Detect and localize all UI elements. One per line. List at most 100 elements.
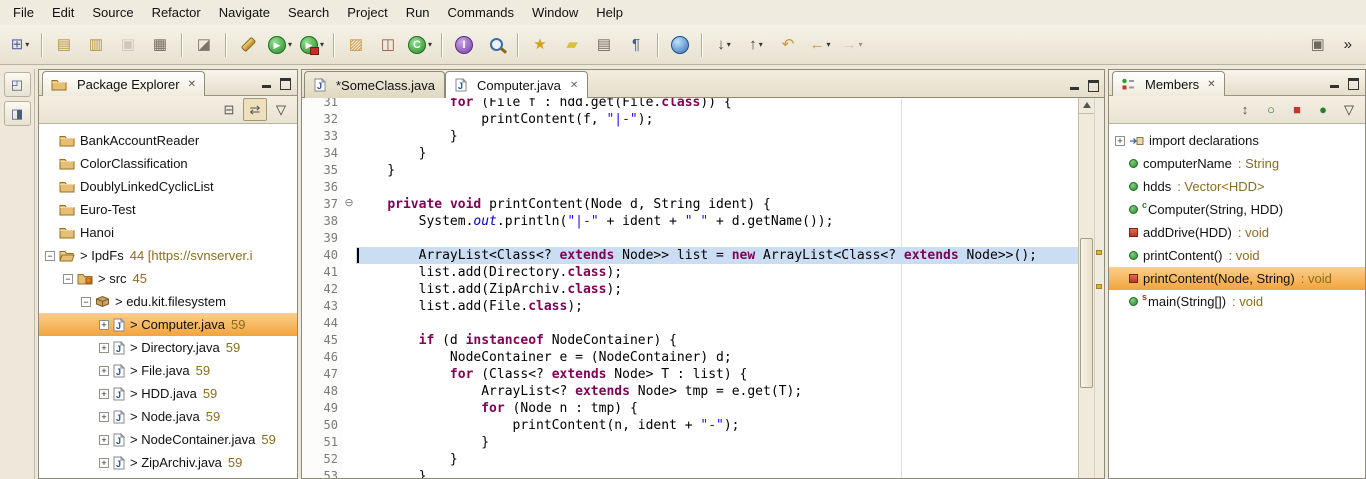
member-item[interactable]: computerName : String (1109, 152, 1365, 175)
code-line[interactable]: 50 printContent(n, ident + "-"); (302, 417, 1078, 434)
annotation-mark[interactable] (1096, 284, 1102, 289)
tree-item[interactable]: −> src45 (39, 267, 297, 290)
menu-edit[interactable]: Edit (43, 2, 83, 23)
new-wizard-button[interactable]: ⊞▾ (5, 32, 35, 58)
code-line[interactable]: 41 list.add(Directory.class); (302, 264, 1078, 281)
menu-window[interactable]: Window (523, 2, 587, 23)
tree-item[interactable]: +J> NodeContainer.java59 (39, 428, 297, 451)
code-line[interactable]: 36 (302, 179, 1078, 196)
maximize-editor-button[interactable] (1085, 78, 1102, 93)
member-item[interactable]: cComputer(String, HDD) (1109, 198, 1365, 221)
scroll-up-icon[interactable] (1079, 98, 1094, 114)
search-button[interactable] (481, 32, 511, 58)
menu-file[interactable]: File (4, 2, 43, 23)
maximize-view-button[interactable] (1345, 76, 1362, 91)
code-line[interactable]: 42 list.add(ZipArchiv.class); (302, 281, 1078, 298)
tree-item[interactable]: ColorClassification (39, 152, 297, 175)
collapse-icon[interactable]: − (81, 297, 91, 307)
print-button[interactable]: ▦ (145, 32, 175, 58)
toolbar-overflow-button[interactable]: » (1334, 36, 1362, 53)
code-line[interactable]: 33 } (302, 128, 1078, 145)
next-annotation-button[interactable]: ↓▾ (709, 32, 739, 58)
tree-item[interactable]: Hanoi (39, 221, 297, 244)
new-java-project-button[interactable]: ▨ (341, 32, 371, 58)
show-selected-element-button[interactable]: ▤ (589, 32, 619, 58)
view-menu-button[interactable]: ▽ (269, 98, 293, 121)
code-line[interactable]: 34 } (302, 145, 1078, 162)
dropdown-arrow-icon[interactable]: ▾ (428, 40, 432, 49)
tree-item[interactable]: Euro-Test (39, 198, 297, 221)
member-item[interactable]: addDrive(HDD) : void (1109, 221, 1365, 244)
member-item[interactable]: hdds : Vector<HDD> (1109, 175, 1365, 198)
expand-icon[interactable]: + (99, 343, 109, 353)
new-interface-button[interactable]: I (449, 32, 479, 58)
last-edit-location-button[interactable]: ↶ (773, 32, 803, 58)
hide-fields-button[interactable]: ○ (1259, 98, 1283, 121)
menu-commands[interactable]: Commands (439, 2, 523, 23)
code-line[interactable]: 48 ArrayList<? extends Node> tmp = e.get… (302, 383, 1078, 400)
code-line[interactable]: 40 ArrayList<Class<? extends Node>> list… (302, 247, 1078, 264)
tree-item[interactable]: +J> File.java59 (39, 359, 297, 382)
fast-view-button-1[interactable]: ◰ (4, 72, 31, 97)
hide-static-members-button[interactable]: ■ (1285, 98, 1309, 121)
menu-navigate[interactable]: Navigate (210, 2, 279, 23)
menu-search[interactable]: Search (279, 2, 338, 23)
tree-item[interactable]: +J> Node.java59 (39, 405, 297, 428)
code-line[interactable]: 49 for (Node n : tmp) { (302, 400, 1078, 417)
menu-source[interactable]: Source (83, 2, 142, 23)
code-line[interactable]: 52 } (302, 451, 1078, 468)
open-file-button[interactable]: ▤ (49, 32, 79, 58)
fast-view-button-2[interactable]: ◨ (4, 101, 31, 126)
member-item[interactable]: smain(String[]) : void (1109, 290, 1365, 313)
collapse-icon[interactable]: − (63, 274, 73, 284)
menu-project[interactable]: Project (338, 2, 396, 23)
dropdown-arrow-icon[interactable]: ▾ (826, 40, 830, 49)
members-tab[interactable]: Members ✕ (1112, 71, 1225, 96)
expand-icon[interactable]: + (99, 366, 109, 376)
code-line[interactable]: 38 System.out.println("|-" + ident + " "… (302, 213, 1078, 230)
minimize-editor-button[interactable] (1066, 78, 1083, 93)
expand-icon[interactable]: + (99, 412, 109, 422)
web-browser-button[interactable] (665, 32, 695, 58)
collapse-all-button[interactable]: ⊟ (217, 98, 241, 121)
external-tools-button[interactable]: ▶▾ (297, 32, 327, 58)
sort-members-button[interactable]: ↕ (1233, 98, 1257, 121)
expand-icon[interactable]: + (1115, 136, 1125, 146)
expand-icon[interactable]: + (99, 435, 109, 445)
favorites-button[interactable]: ★ (525, 32, 555, 58)
build-all-button[interactable]: ◪ (189, 32, 219, 58)
tree-item[interactable]: +J> Directory.java59 (39, 336, 297, 359)
maximize-view-button[interactable] (277, 76, 294, 91)
member-item[interactable]: printContent() : void (1109, 244, 1365, 267)
code-line[interactable]: 51 } (302, 434, 1078, 451)
editor-tab[interactable]: J*SomeClass.java (304, 71, 445, 98)
code-line[interactable]: 39 (302, 230, 1078, 247)
save-all-button[interactable]: ▥ (81, 32, 111, 58)
minimize-view-button[interactable] (1326, 76, 1343, 91)
dropdown-arrow-icon[interactable]: ▾ (320, 40, 324, 49)
dropdown-arrow-icon[interactable]: ▾ (858, 40, 862, 49)
code-line[interactable]: 43 list.add(File.class); (302, 298, 1078, 315)
editor[interactable]: 31 for (File f : hdd.get(File.class)) { 3… (302, 98, 1104, 478)
collapse-icon[interactable]: − (45, 251, 55, 261)
new-package-button[interactable]: ◫ (373, 32, 403, 58)
hide-non-public-members-button[interactable]: ● (1311, 98, 1335, 121)
close-view-icon[interactable]: ✕ (1207, 79, 1215, 90)
debug-button[interactable] (233, 32, 263, 58)
back-button[interactable]: ←▾ (805, 32, 835, 58)
menu-help[interactable]: Help (587, 2, 632, 23)
tree-item[interactable]: +J> Computer.java59 (39, 313, 297, 336)
code-line[interactable]: 46 NodeContainer e = (NodeContainer) d; (302, 349, 1078, 366)
code-line[interactable]: 47 for (Class<? extends Node> T : list) … (302, 366, 1078, 383)
menu-run[interactable]: Run (397, 2, 439, 23)
member-item[interactable]: printContent(Node, String) : void (1109, 267, 1365, 290)
code-line[interactable]: 31 for (File f : hdd.get(File.class)) { (302, 98, 1078, 111)
show-whitespace-button[interactable]: ¶ (621, 32, 651, 58)
tree-item[interactable]: DoublyLinkedCyclicList (39, 175, 297, 198)
minimize-view-button[interactable] (258, 76, 275, 91)
expand-icon[interactable]: + (99, 389, 109, 399)
expand-icon[interactable]: + (99, 320, 109, 330)
editor-scrollbar[interactable] (1078, 98, 1094, 478)
code-line[interactable]: 53 } (302, 468, 1078, 478)
new-class-button[interactable]: C▾ (405, 32, 435, 58)
